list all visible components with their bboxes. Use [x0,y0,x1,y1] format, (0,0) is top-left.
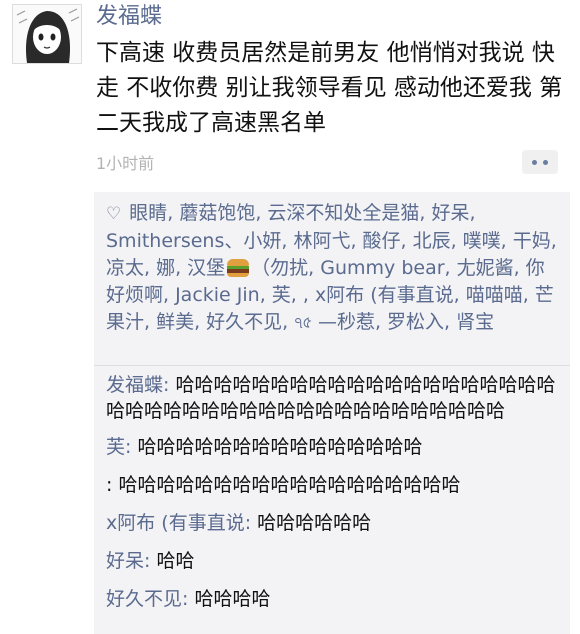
likes-list: ♡ 眼睛, 蘑菇饱饱, 云深不知处全是猫, 好呆, Smithersens、小妍,… [106,200,562,336]
more-options-button[interactable] [522,150,558,174]
comment-text: 哈哈 [156,550,195,572]
comment-item[interactable]: 好呆: 哈哈 [106,548,562,574]
dot-icon [543,159,548,165]
divider [94,365,570,366]
post-time: 1小时前 [96,154,155,173]
comment-separator: : [144,550,157,572]
comment-item[interactable]: 发福蝶: 哈哈哈哈哈哈哈哈哈哈哈哈哈哈哈哈哈哈哈哈哈哈哈哈哈哈哈哈哈哈哈哈哈哈哈… [106,372,562,424]
comment-list: 发福蝶: 哈哈哈哈哈哈哈哈哈哈哈哈哈哈哈哈哈哈哈哈哈哈哈哈哈哈哈哈哈哈哈哈哈哈哈… [106,372,562,624]
avatar-manga-girl-image [13,5,81,63]
comment-author[interactable]: 芙 [106,436,125,458]
post-text: 下高速 收费员居然是前男友 他悄悄对我说 快走 不收你费 别让我领导看见 感动他… [96,40,563,136]
comment-item[interactable]: x阿布 (有事直说: 哈哈哈哈哈哈 [106,510,562,536]
comment-separator: : [106,474,119,496]
comment-author[interactable]: x阿布 (有事直说 [106,512,245,534]
comment-separator: : [244,512,258,534]
comment-item[interactable]: : 哈哈哈哈哈哈哈哈哈哈哈哈哈哈哈哈哈哈 [106,472,562,498]
comment-separator: : [163,374,176,396]
comment-text: 哈哈哈哈哈哈哈哈哈哈哈哈哈哈哈哈哈哈 [118,474,461,496]
comment-item[interactable]: 芙: 哈哈哈哈哈哈哈哈哈哈哈哈哈哈哈 [106,434,562,460]
comment-author[interactable]: 好久不见 [106,588,182,610]
comment-separator: : [182,588,195,610]
comment-author[interactable]: 发福蝶 [106,374,163,396]
comment-text: 哈哈哈哈 [194,588,271,610]
comment-item[interactable]: 好久不见: 哈哈哈哈 [106,586,562,612]
comment-text: 哈哈哈哈哈哈哈哈哈哈哈哈哈哈哈 [137,436,423,458]
dot-icon [532,159,537,165]
heart-outline-icon: ♡ [106,204,122,224]
comment-text: 哈哈哈哈哈哈 [257,512,372,534]
comment-author[interactable]: 好呆 [106,550,144,572]
comment-separator: : [125,436,138,458]
avatar[interactable] [12,4,82,64]
post-author[interactable]: 发福蝶 [96,4,162,30]
hamburger-emoji-icon [227,259,250,277]
